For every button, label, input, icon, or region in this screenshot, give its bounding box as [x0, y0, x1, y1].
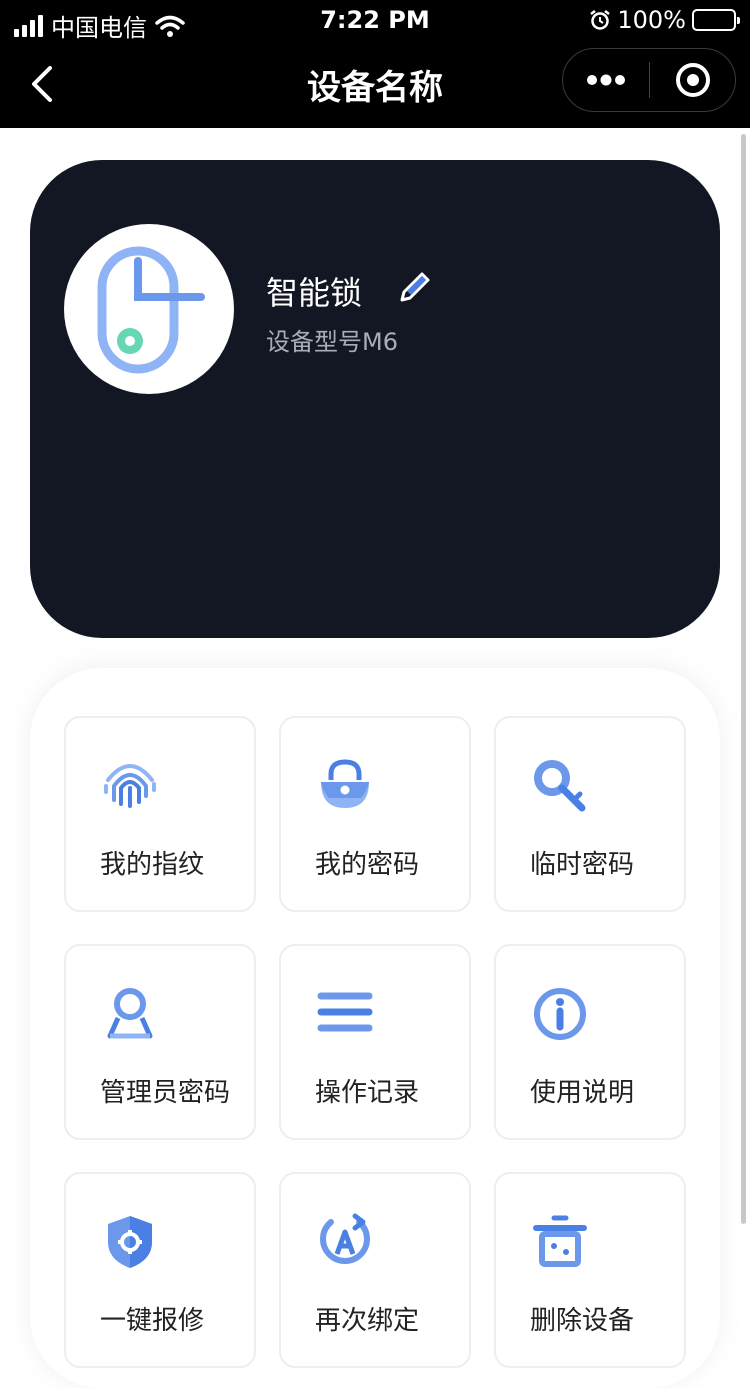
key-search-icon	[534, 760, 586, 812]
smart-lock-icon	[97, 246, 205, 374]
menu-item-label: 管理员密码	[100, 1078, 231, 1108]
menu-item-label: 再次绑定	[315, 1306, 420, 1336]
target-icon	[675, 63, 710, 97]
menu-panel: 我的指纹 我的密码 临时密码 管理员密码 操作记录 使用说明 一键报修 再次绑定…	[30, 668, 720, 1388]
close-mini-program-button[interactable]	[650, 49, 735, 111]
device-model: 设备型号M6	[266, 328, 398, 356]
status-bar: 中国电信 7:22 PM 100%	[0, 0, 750, 42]
fingerprint-icon	[104, 764, 156, 808]
status-right: 100%	[589, 6, 740, 34]
scrollbar[interactable]	[741, 134, 746, 1224]
menu-item-delete-device[interactable]: 删除设备	[494, 1172, 686, 1368]
menu-item-instructions[interactable]: 使用说明	[494, 944, 686, 1140]
device-name: 智能锁	[266, 274, 363, 312]
chevron-left-icon	[32, 66, 52, 102]
menu-item-rebind[interactable]: 再次绑定	[279, 1172, 471, 1368]
lock-icon	[321, 759, 369, 808]
menu-item-label: 我的密码	[315, 850, 420, 880]
menu-item-my-password[interactable]: 我的密码	[279, 716, 471, 912]
back-button[interactable]	[24, 62, 64, 106]
mini-program-capsule	[562, 48, 736, 112]
menu-item-temp-password[interactable]: 临时密码	[494, 716, 686, 912]
menu-item-admin-password[interactable]: 管理员密码	[64, 944, 256, 1140]
battery-percent: 100%	[617, 6, 686, 34]
more-dots-icon	[587, 74, 625, 86]
menu-item-fingerprint[interactable]: 我的指纹	[64, 716, 256, 912]
more-button[interactable]	[563, 49, 649, 111]
menu-item-label: 操作记录	[315, 1078, 420, 1108]
menu-item-repair[interactable]: 一键报修	[64, 1172, 256, 1368]
device-avatar	[64, 224, 234, 394]
battery-icon	[692, 9, 740, 31]
shield-gear-icon	[108, 1216, 152, 1268]
menu-item-label: 使用说明	[530, 1078, 635, 1108]
pencil-icon	[400, 272, 430, 302]
info-icon	[534, 988, 586, 1040]
edit-name-button[interactable]	[394, 268, 434, 308]
menu-item-operation-log[interactable]: 操作记录	[279, 944, 471, 1140]
menu-item-label: 删除设备	[530, 1306, 635, 1336]
list-icon	[317, 992, 373, 1032]
rebind-icon	[320, 1213, 370, 1264]
trash-icon	[533, 1215, 587, 1267]
device-card: 智能锁 设备型号M6	[30, 160, 720, 638]
alarm-icon	[590, 10, 611, 30]
menu-item-label: 我的指纹	[100, 850, 205, 880]
menu-item-label: 临时密码	[530, 850, 635, 880]
menu-item-label: 一键报修	[100, 1306, 205, 1336]
nav-bar: 设备名称	[0, 40, 750, 128]
admin-user-icon	[107, 988, 153, 1039]
